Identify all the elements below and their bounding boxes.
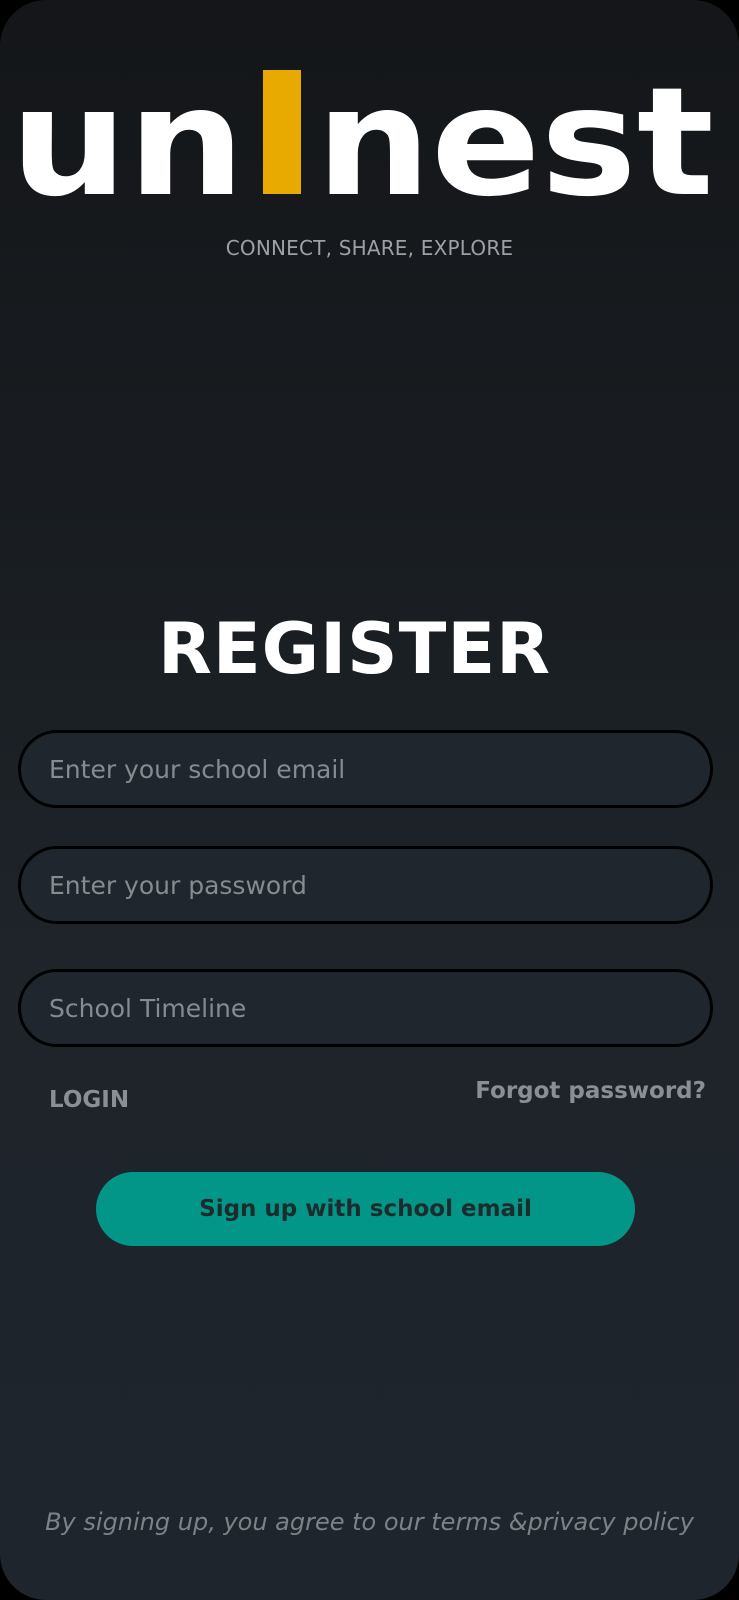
password-input[interactable] xyxy=(21,849,710,921)
school-timeline-input[interactable] xyxy=(21,972,710,1044)
tagline: CONNECT, SHARE, EXPLORE xyxy=(225,236,514,260)
page-title: REGISTER xyxy=(157,608,552,690)
logo-text-right: nest xyxy=(316,56,714,216)
signup-button[interactable]: Sign up with school email xyxy=(96,1172,635,1246)
logo-accent-bar xyxy=(263,70,301,194)
school-timeline-field[interactable] xyxy=(18,969,713,1047)
password-field[interactable] xyxy=(18,846,713,924)
forgot-password-link[interactable]: Forgot password? xyxy=(475,1078,706,1104)
terms-notice: By signing up, you agree to our terms &p… xyxy=(45,1508,694,1536)
uninest-logo: un nest xyxy=(0,56,739,216)
login-link[interactable]: LOGIN xyxy=(49,1087,129,1113)
email-field[interactable] xyxy=(18,730,713,808)
register-screen: un nest CONNECT, SHARE, EXPLORE REGISTER… xyxy=(0,0,739,1600)
email-input[interactable] xyxy=(21,733,710,805)
logo-text-left: un xyxy=(10,56,245,216)
